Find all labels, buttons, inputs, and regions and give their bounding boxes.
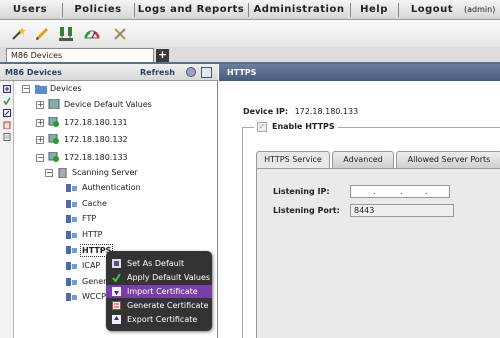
https-settings-panel: Device IP: 172.18.180.133 ✓ Enable HTTPS … bbox=[219, 81, 500, 338]
module-icon bbox=[66, 215, 77, 223]
tree-label: WCCP bbox=[82, 292, 106, 301]
enable-https-checkbox[interactable]: ✓ bbox=[257, 121, 267, 132]
menu-item-set-as-default[interactable]: Set As Default bbox=[106, 257, 212, 270]
tree-label: Cache bbox=[82, 199, 107, 208]
https-service-panel: Listening IP: . . . Listening Port: 8443 bbox=[256, 168, 500, 338]
add-icon[interactable] bbox=[3, 85, 11, 93]
current-user: (admin) bbox=[464, 5, 496, 14]
listening-ip-input[interactable]: . . . bbox=[350, 185, 450, 198]
module-icon bbox=[66, 231, 77, 239]
left-panel-header: M86 Devices Refresh bbox=[0, 64, 218, 81]
server-icon bbox=[48, 99, 60, 109]
tree-action-bar bbox=[0, 81, 14, 338]
menu-item-label: Apply Default Values bbox=[127, 273, 211, 282]
menu-item-label: Import Certificate bbox=[127, 287, 198, 296]
device-ip-value: 172.18.180.133 bbox=[294, 107, 359, 116]
device-ip-label: Device IP: bbox=[243, 107, 289, 116]
menu-item-apply-default-values[interactable]: Apply Default Values bbox=[106, 271, 212, 284]
module-icon bbox=[66, 278, 77, 286]
tree-label: 172.18.180.131 bbox=[64, 118, 128, 127]
module-icon bbox=[66, 200, 77, 208]
menu-logs-and-reports[interactable]: Logs and Reports bbox=[135, 0, 247, 20]
tree-label: Devices bbox=[50, 84, 82, 93]
folder-icon bbox=[35, 85, 47, 94]
toolbar bbox=[0, 20, 500, 47]
menu-logout[interactable]: Logout bbox=[400, 0, 464, 20]
menu-separator bbox=[398, 3, 399, 17]
module-icon bbox=[66, 184, 77, 192]
sync-icon[interactable] bbox=[186, 67, 196, 77]
main-menu-bar: Users Policies Logs and Reports Administ… bbox=[0, 0, 500, 20]
server-icon bbox=[58, 168, 67, 178]
tree-label: HTTP bbox=[82, 230, 103, 239]
expand-toggle[interactable]: + bbox=[36, 101, 44, 109]
ip-dot: . bbox=[425, 187, 428, 196]
enable-https-legend: ✓ Enable HTTPS bbox=[254, 121, 338, 133]
refresh-link[interactable]: Refresh bbox=[140, 64, 175, 81]
tab-allowed-server-ports[interactable]: Allowed Server Ports bbox=[396, 151, 500, 169]
tab-advanced[interactable]: Advanced bbox=[332, 151, 394, 169]
menu-policies[interactable]: Policies bbox=[63, 0, 133, 20]
menu-help[interactable]: Help bbox=[351, 0, 397, 20]
menu-item-export-certificate[interactable]: Export Certificate bbox=[106, 313, 212, 326]
enable-https-label: Enable HTTPS bbox=[272, 122, 335, 131]
right-panel-header: HTTPS bbox=[219, 64, 500, 81]
check-icon[interactable] bbox=[3, 97, 11, 105]
listening-port-label: Listening Port: bbox=[273, 206, 340, 215]
tree-label: Gener bbox=[82, 277, 107, 286]
document-icon[interactable] bbox=[3, 133, 11, 141]
export-certificate-icon bbox=[112, 315, 121, 324]
tree-label: 172.18.180.133 bbox=[64, 153, 128, 162]
device-tab-strip: M86 Devices + bbox=[0, 47, 500, 62]
delete-icon[interactable] bbox=[3, 121, 11, 129]
menu-administration[interactable]: Administration bbox=[249, 0, 349, 20]
check-icon bbox=[112, 273, 121, 282]
network-icon[interactable] bbox=[58, 26, 74, 42]
ip-dot: . bbox=[400, 187, 403, 196]
menu-users[interactable]: Users bbox=[0, 0, 60, 20]
tree-label: Scanning Server bbox=[72, 168, 138, 177]
edit-icon[interactable] bbox=[3, 109, 11, 117]
context-menu: Set As Default Apply Default Values Impo… bbox=[106, 251, 212, 331]
set-default-icon bbox=[112, 259, 121, 268]
expand-toggle[interactable]: + bbox=[36, 136, 44, 144]
import-certificate-icon bbox=[112, 287, 121, 296]
tree-label: Authentication bbox=[82, 183, 141, 192]
listening-ip-label: Listening IP: bbox=[273, 187, 330, 196]
collapse-toggle[interactable]: − bbox=[22, 85, 30, 93]
collapse-toggle[interactable]: − bbox=[36, 154, 44, 162]
module-icon bbox=[66, 262, 77, 270]
menu-item-label: Set As Default bbox=[127, 259, 185, 268]
pencil-icon[interactable] bbox=[34, 26, 50, 42]
tree-label: Device Default Values bbox=[64, 100, 152, 109]
ip-dot: . bbox=[373, 187, 376, 196]
device-ok-icon bbox=[48, 152, 59, 162]
menu-item-import-certificate[interactable]: Import Certificate bbox=[106, 285, 212, 298]
expand-toggle[interactable]: + bbox=[36, 119, 44, 127]
tree-label: ICAP bbox=[82, 261, 101, 270]
add-tab-button[interactable]: + bbox=[156, 49, 169, 62]
gauge-icon[interactable] bbox=[84, 26, 100, 42]
menu-item-generate-certificate[interactable]: Generate Certificate bbox=[106, 299, 212, 312]
tools-icon[interactable] bbox=[112, 26, 128, 42]
left-panel-title: M86 Devices bbox=[5, 68, 62, 77]
tab-m86-devices[interactable]: M86 Devices bbox=[6, 48, 154, 62]
module-icon bbox=[66, 293, 77, 301]
wand-icon[interactable] bbox=[10, 26, 26, 42]
module-icon bbox=[66, 246, 77, 254]
tree-label: FTP bbox=[82, 214, 97, 223]
menu-item-label: Export Certificate bbox=[127, 315, 198, 324]
device-ok-icon bbox=[48, 117, 59, 127]
menu-item-label: Generate Certificate bbox=[127, 301, 209, 310]
collapse-toggle[interactable]: − bbox=[45, 169, 53, 177]
device-ok-icon bbox=[48, 134, 59, 144]
tree-label: 172.18.180.132 bbox=[64, 135, 128, 144]
generate-certificate-icon bbox=[112, 301, 121, 310]
listening-port-input[interactable]: 8443 bbox=[350, 204, 454, 217]
device-ip-row: Device IP: 172.18.180.133 bbox=[243, 107, 358, 116]
window-icon[interactable] bbox=[201, 67, 212, 78]
